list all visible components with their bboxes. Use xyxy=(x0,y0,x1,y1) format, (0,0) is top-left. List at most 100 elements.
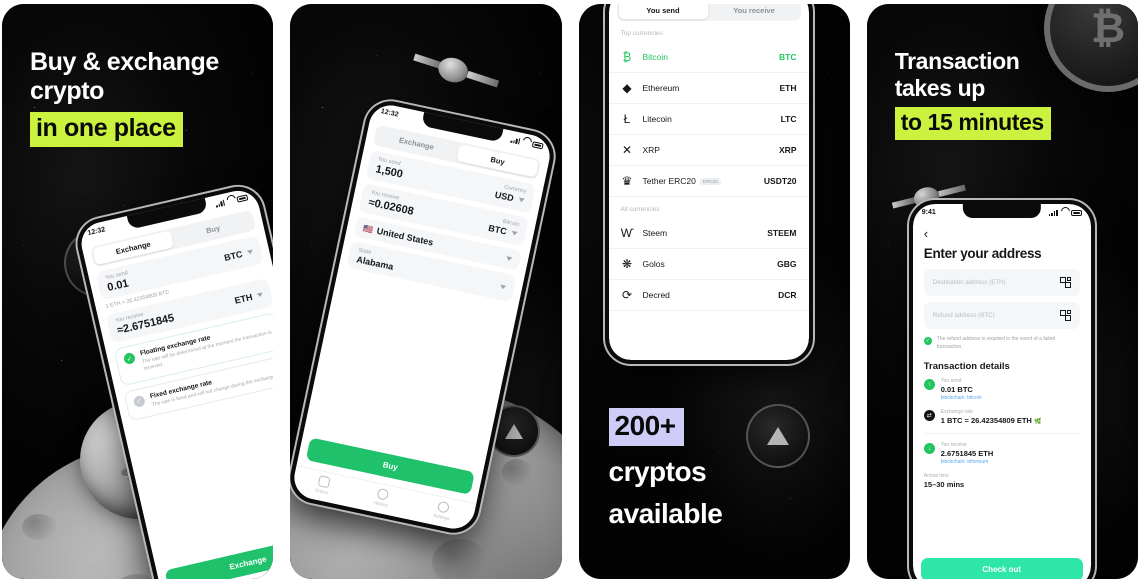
flag-icon: 🇺🇸 xyxy=(362,223,375,235)
currency-ticker: XRP xyxy=(779,145,797,155)
detail-you-send-text: You send 0.01 BTC blockchain: bitcoin xyxy=(941,378,982,401)
send-currency-select[interactable]: Currency USD xyxy=(494,183,527,206)
detail-value: 2.6751845 ETH xyxy=(940,449,994,458)
bitcoin-icon: ₿ xyxy=(622,50,632,64)
info-check-icon: ✓ xyxy=(923,337,932,345)
receive-icon: ↓ xyxy=(923,443,935,454)
currency-row-tether[interactable]: ♛ Tether ERC20 ERC20 USDT20 xyxy=(608,166,809,197)
status-icons xyxy=(215,193,249,208)
steem-icon: Ⱳ xyxy=(620,226,634,240)
send-receive-tabs[interactable]: You send You receive xyxy=(616,4,801,21)
panel-transaction: ₿ Transaction takes up to 15 minutes 9:4… xyxy=(866,4,1138,579)
receive-currency-select[interactable]: Bitcoin BTC xyxy=(488,216,520,239)
status-time: 9:41 xyxy=(921,209,936,216)
currency-row-golos[interactable]: ❋ Golos GBG xyxy=(608,249,809,280)
tabbar-label-settings: Settings xyxy=(432,512,451,522)
you-receive-left: You receive ≈0.02608 xyxy=(368,190,417,218)
destination-address-field[interactable]: Destination address (ETH) xyxy=(923,269,1080,296)
refund-notice: ✓ The refund address is required in the … xyxy=(923,336,1080,351)
battery-icon xyxy=(236,193,249,203)
history-icon xyxy=(376,487,390,501)
panel-3-headline: 200+ cryptos available xyxy=(608,408,723,531)
headline-line-2: takes up xyxy=(894,74,986,101)
detail-row-exchange-rate: ⇄ Exchange rate 1 BTC = 26.42354809 ETH … xyxy=(913,409,1091,433)
tabbar-item-settings[interactable]: Settings xyxy=(433,500,453,521)
detail-row-you-send: ↑ You send 0.01 BTC blockchain: bitcoin xyxy=(913,378,1091,409)
you-receive-currency-select[interactable]: ETH xyxy=(233,289,264,305)
battery-icon xyxy=(1070,209,1082,216)
tab-you-receive[interactable]: You receive xyxy=(710,4,799,19)
send-icon: ↑ xyxy=(923,379,935,390)
status-time: 12:32 xyxy=(87,226,107,238)
detail-label: You send xyxy=(940,378,962,384)
orders-icon xyxy=(317,475,331,489)
refund-notice-text: The refund address is required in the ev… xyxy=(936,336,1056,350)
top-currencies-header: Top currencies xyxy=(620,30,663,37)
detail-sub: blockchain: bitcoin xyxy=(940,395,982,401)
tabbar-item-orders[interactable]: Orders xyxy=(315,475,332,495)
status-icons xyxy=(510,136,545,149)
ethereum-coin-graphic xyxy=(745,404,810,468)
satellite-body xyxy=(435,54,472,87)
qr-scan-icon[interactable] xyxy=(1059,310,1071,321)
currency-row-decred[interactable]: ⟳ Decred DCR xyxy=(608,280,809,311)
panel-1-headline: Buy & exchange crypto in one place xyxy=(30,48,219,147)
panel-currencies: You send You receive Top currencies ₿ Bi… xyxy=(578,4,850,579)
currency-name: Steem xyxy=(642,228,668,238)
currency-row-steem[interactable]: Ⱳ Steem STEEM xyxy=(608,218,809,249)
phone-mockup-currencies: You send You receive Top currencies ₿ Bi… xyxy=(604,4,813,364)
tab-you-send[interactable]: You send xyxy=(618,4,708,19)
arrival-value: 15–30 mins xyxy=(923,480,965,489)
tether-icon: ♛ xyxy=(621,174,633,188)
headline-line-2: available xyxy=(608,498,723,530)
wifi-icon xyxy=(522,139,530,146)
phone-screen-currencies: You send You receive Top currencies ₿ Bi… xyxy=(608,4,809,360)
wifi-icon xyxy=(1061,210,1068,216)
currency-name-wrap: Tether ERC20 ERC20 xyxy=(643,176,755,186)
currency-row-ethereum[interactable]: ◆ Ethereum ETH xyxy=(608,73,809,104)
signal-icon xyxy=(215,199,225,208)
currency-name: Tether ERC20 xyxy=(642,176,696,186)
currency-row-litecoin[interactable]: Ł Litecoin LTC xyxy=(608,104,809,135)
detail-you-receive-text: You receive 2.6751845 ETH blockchain: et… xyxy=(941,442,994,465)
check-out-button[interactable]: Check out xyxy=(920,558,1083,579)
detail-label: You receive xyxy=(940,442,967,448)
currency-ticker: ETH xyxy=(779,83,797,93)
phone-screen-address: 9:41 ‹ Enter your address Destination ad… xyxy=(912,204,1091,579)
currency-ticker: USDT20 xyxy=(763,176,797,186)
headline-line-1: cryptos xyxy=(608,455,707,487)
detail-value: 1 BTC = 26.42354809 ETH 🌿 xyxy=(940,416,1042,425)
transaction-details-title: Transaction details xyxy=(923,361,1010,372)
refund-address-field[interactable]: Refund address (BTC) xyxy=(923,302,1080,329)
you-send-left: You send 1,500 xyxy=(375,156,406,180)
you-send-currency-select[interactable]: BTC xyxy=(223,246,254,262)
satellite-solar-panel-left xyxy=(891,196,917,209)
wifi-icon xyxy=(226,197,234,204)
headline-line-2: crypto xyxy=(30,77,105,106)
settings-icon xyxy=(437,500,451,514)
currency-ticker: DCR xyxy=(778,290,797,300)
tabbar-item-history[interactable]: History xyxy=(374,487,392,508)
litecoin-icon: Ł xyxy=(623,112,631,126)
status-time: 12:32 xyxy=(380,108,400,119)
you-send-left: You send 0.01 xyxy=(105,270,132,294)
country-value: United States xyxy=(376,225,435,248)
arrival-time-block: Arrival time 15–30 mins xyxy=(913,473,1091,497)
satellite-solar-panel-right xyxy=(937,184,966,198)
chevron-down-icon xyxy=(499,284,507,290)
leaf-icon: 🌿 xyxy=(1033,419,1042,425)
currency-row-bitcoin[interactable]: ₿ Bitcoin BTC xyxy=(608,42,809,73)
currency-ticker: GBG xyxy=(777,259,797,269)
back-chevron-icon[interactable]: ‹ xyxy=(913,221,1091,240)
currency-row-xrp[interactable]: ✕ XRP XRP xyxy=(608,135,809,166)
screenshot-gallery: ₿ Buy & exchange crypto in one place 12:… xyxy=(0,0,1140,583)
exchange-cta-button[interactable]: Exchange xyxy=(164,533,274,579)
detail-value: 0.01 BTC xyxy=(940,385,973,394)
currency-name: Decred xyxy=(642,290,670,300)
check-icon: ✓ xyxy=(122,351,137,366)
qr-scan-icon[interactable] xyxy=(1059,277,1071,288)
chevron-down-icon xyxy=(518,197,526,203)
phone-notch xyxy=(962,204,1041,218)
currency-name: Golos xyxy=(642,259,665,269)
xrp-icon: ✕ xyxy=(621,143,633,157)
